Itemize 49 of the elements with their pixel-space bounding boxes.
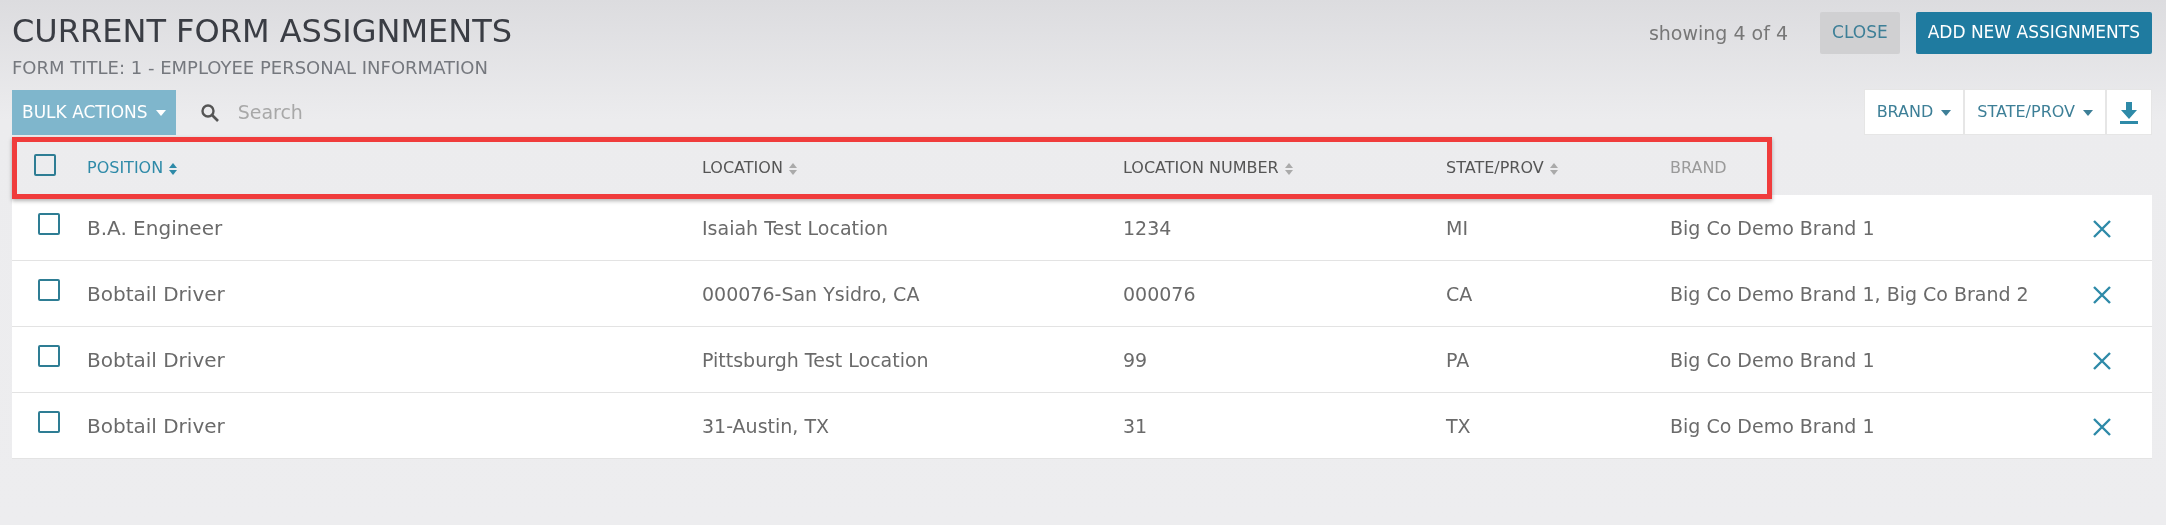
table-cell: B.A. Engineer xyxy=(87,215,223,240)
row-checkbox[interactable] xyxy=(38,410,60,433)
table-cell: MI xyxy=(1446,216,1468,239)
filter-dropdown[interactable]: STATE/PROV xyxy=(1964,89,2106,136)
sort-icon xyxy=(788,162,797,175)
sort-icon xyxy=(1549,162,1558,175)
table-cell: 000076 xyxy=(1123,282,1196,305)
table-cell: CA xyxy=(1446,282,1473,305)
search-field[interactable]: Search xyxy=(235,97,536,128)
table-cell: 31-Austin, TX xyxy=(702,414,830,437)
filter-dropdown[interactable]: BRAND xyxy=(1863,89,1965,136)
table-cell: Big Co Demo Brand 1, Big Co Brand 2 xyxy=(1670,282,2029,305)
search-icon xyxy=(199,102,220,123)
table-cell: 000076-San Ysidro, CA xyxy=(702,282,920,305)
table-cell: PA xyxy=(1446,348,1470,371)
download-icon xyxy=(2119,101,2139,124)
table-cell: 99 xyxy=(1123,348,1148,371)
row-checkbox[interactable] xyxy=(38,212,60,235)
close-button[interactable]: CLOSE xyxy=(1820,12,1900,54)
table-cell: Pittsburgh Test Location xyxy=(702,348,929,371)
table-cell: TX xyxy=(1446,414,1471,437)
sort-icon xyxy=(169,162,178,175)
sort-icon xyxy=(1284,162,1293,175)
column-header[interactable]: LOCATION xyxy=(702,158,783,178)
row-checkbox[interactable] xyxy=(38,344,60,367)
table-cell: Bobtail Driver xyxy=(87,347,225,372)
column-header[interactable]: POSITION xyxy=(87,158,164,178)
close-icon[interactable] xyxy=(2092,417,2112,438)
close-icon[interactable] xyxy=(2092,219,2112,240)
table-cell: Bobtail Driver xyxy=(87,281,225,306)
add-button[interactable]: ADD NEW ASSIGNMENTS xyxy=(1915,12,2152,54)
page-title: CURRENT FORM ASSIGNMENTS xyxy=(12,12,513,51)
result-count: showing 4 of 4 xyxy=(1648,20,1789,46)
column-header[interactable]: LOCATION NUMBER xyxy=(1123,158,1279,178)
table-cell: 1234 xyxy=(1123,216,1172,239)
row-checkbox[interactable] xyxy=(38,278,60,301)
close-icon[interactable] xyxy=(2092,351,2112,372)
close-icon[interactable] xyxy=(2092,285,2112,306)
table-cell: Big Co Demo Brand 1 xyxy=(1670,348,1875,371)
table-cell: Isaiah Test Location xyxy=(702,216,888,239)
table-cell: Big Co Demo Brand 1 xyxy=(1670,414,1875,437)
form-title: FORM TITLE: 1 - EMPLOYEE PERSONAL INFORMATION xyxy=(12,56,489,81)
download-button[interactable] xyxy=(2106,89,2152,136)
column-header[interactable]: STATE/PROV xyxy=(1446,158,1544,178)
table-cell: 31 xyxy=(1123,414,1148,437)
column-header: BRAND xyxy=(1670,158,1727,178)
table-cell: Bobtail Driver xyxy=(87,413,225,438)
table-cell: Big Co Demo Brand 1 xyxy=(1670,216,1875,239)
select-all-checkbox[interactable] xyxy=(34,153,56,176)
